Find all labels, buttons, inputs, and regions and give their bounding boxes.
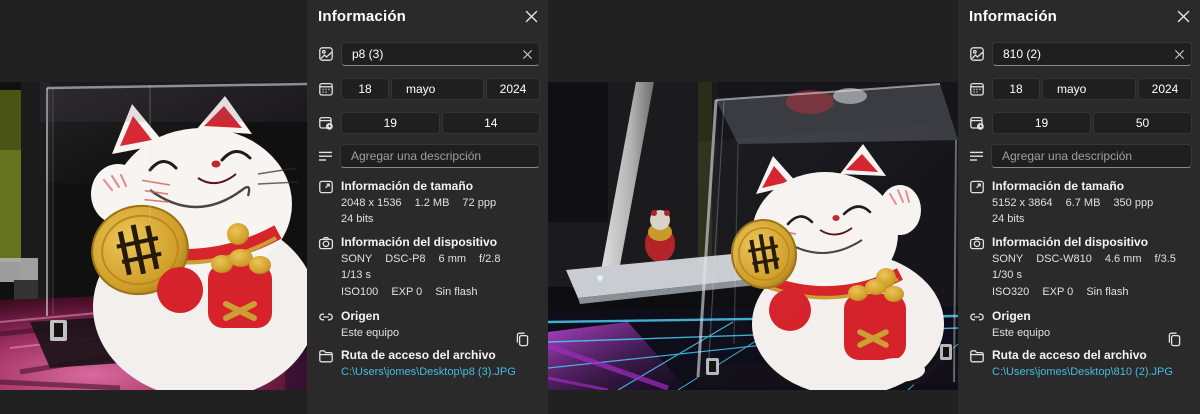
size-bit-depth: 24 bits xyxy=(341,211,373,227)
size-file-size: 1.2 MB xyxy=(415,195,450,211)
size-section-label: Información de tamaño xyxy=(992,178,1192,194)
description-input[interactable] xyxy=(991,144,1192,168)
calendar-icon xyxy=(318,81,334,97)
device-section-label: Información del dispositivo xyxy=(341,234,540,250)
size-dimensions: 2048 x 1536 xyxy=(341,195,402,211)
filename-input[interactable] xyxy=(992,42,1192,66)
device-shutter: 1/13 s xyxy=(341,267,371,283)
link-icon xyxy=(969,309,985,325)
image-size-icon xyxy=(318,179,334,195)
clear-filename-icon[interactable] xyxy=(1172,47,1187,62)
origin-section-label: Origen xyxy=(992,308,1192,324)
calendar-icon xyxy=(969,81,985,97)
origin-value: Este equipo xyxy=(341,325,399,341)
photo-viewer-left[interactable] xyxy=(0,0,307,414)
size-bit-depth: 24 bits xyxy=(992,211,1024,227)
copy-icon[interactable] xyxy=(512,329,532,349)
device-model: DSC-W810 xyxy=(1036,251,1092,267)
calendar-clock-icon xyxy=(318,115,334,131)
info-panel-right: Información xyxy=(958,0,1200,414)
photos-app: Información xyxy=(0,0,1200,414)
clear-filename-icon[interactable] xyxy=(520,47,535,62)
time-minute[interactable]: 14 xyxy=(442,112,541,134)
image-icon xyxy=(318,46,334,62)
close-icon[interactable] xyxy=(523,8,540,25)
origin-value: Este equipo xyxy=(992,325,1050,341)
image-icon xyxy=(969,46,985,62)
photo-810-2[interactable] xyxy=(548,82,958,390)
file-path-link[interactable]: C:\Users\jomes\Desktop\p8 (3).JPG xyxy=(341,364,540,380)
device-exposure: EXP 0 xyxy=(1042,284,1073,300)
date-picker: 18 mayo 2024 xyxy=(341,78,540,100)
device-section-label: Información del dispositivo xyxy=(992,234,1192,250)
file-path-link[interactable]: C:\Users\jomes\Desktop\810 (2).JPG xyxy=(992,364,1192,380)
date-year[interactable]: 2024 xyxy=(1138,78,1192,100)
camera-icon xyxy=(969,235,985,251)
device-aperture: f/3.5 xyxy=(1155,251,1176,267)
text-lines-icon xyxy=(969,149,984,164)
maneki-neko-photo-wide xyxy=(548,82,958,390)
date-year[interactable]: 2024 xyxy=(486,78,540,100)
image-size-icon xyxy=(969,179,985,195)
path-section-label: Ruta de acceso del archivo xyxy=(992,347,1192,363)
copy-icon[interactable] xyxy=(1164,329,1184,349)
text-lines-icon xyxy=(318,149,333,164)
folder-icon xyxy=(969,348,985,364)
date-day[interactable]: 18 xyxy=(992,78,1040,100)
size-resolution: 350 ppp xyxy=(1113,195,1153,211)
device-focal-length: 4.6 mm xyxy=(1105,251,1142,267)
time-picker: 19 14 xyxy=(341,112,540,134)
device-shutter: 1/30 s xyxy=(992,267,1022,283)
link-icon xyxy=(318,309,334,325)
size-file-size: 6.7 MB xyxy=(1066,195,1101,211)
photo-viewer-right[interactable] xyxy=(548,0,958,414)
size-resolution: 72 ppp xyxy=(462,195,496,211)
folder-icon xyxy=(318,348,334,364)
time-hour[interactable]: 19 xyxy=(992,112,1091,134)
maneki-neko-photo-closeup xyxy=(0,82,307,390)
calendar-clock-icon xyxy=(969,115,985,131)
device-model: DSC-P8 xyxy=(385,251,425,267)
device-exposure: EXP 0 xyxy=(391,284,422,300)
date-month[interactable]: mayo xyxy=(1042,78,1136,100)
time-picker: 19 50 xyxy=(992,112,1192,134)
time-minute[interactable]: 50 xyxy=(1093,112,1192,134)
close-icon[interactable] xyxy=(1175,8,1192,25)
date-month[interactable]: mayo xyxy=(391,78,484,100)
filename-input[interactable] xyxy=(341,42,540,66)
description-input[interactable] xyxy=(340,144,540,168)
device-focal-length: 6 mm xyxy=(439,251,467,267)
info-panel-left: Información xyxy=(307,0,548,414)
device-iso: ISO100 xyxy=(341,284,378,300)
origin-section-label: Origen xyxy=(341,308,540,324)
device-flash: Sin flash xyxy=(435,284,477,300)
device-flash: Sin flash xyxy=(1086,284,1128,300)
page-title: Información xyxy=(318,8,406,25)
date-day[interactable]: 18 xyxy=(341,78,389,100)
page-title: Información xyxy=(969,8,1057,25)
photo-p8-3[interactable] xyxy=(0,82,307,390)
size-section-label: Información de tamaño xyxy=(341,178,540,194)
device-make: SONY xyxy=(341,251,372,267)
camera-icon xyxy=(318,235,334,251)
device-iso: ISO320 xyxy=(992,284,1029,300)
device-make: SONY xyxy=(992,251,1023,267)
size-dimensions: 5152 x 3864 xyxy=(992,195,1053,211)
time-hour[interactable]: 19 xyxy=(341,112,440,134)
path-section-label: Ruta de acceso del archivo xyxy=(341,347,540,363)
date-picker: 18 mayo 2024 xyxy=(992,78,1192,100)
device-aperture: f/2.8 xyxy=(479,251,500,267)
